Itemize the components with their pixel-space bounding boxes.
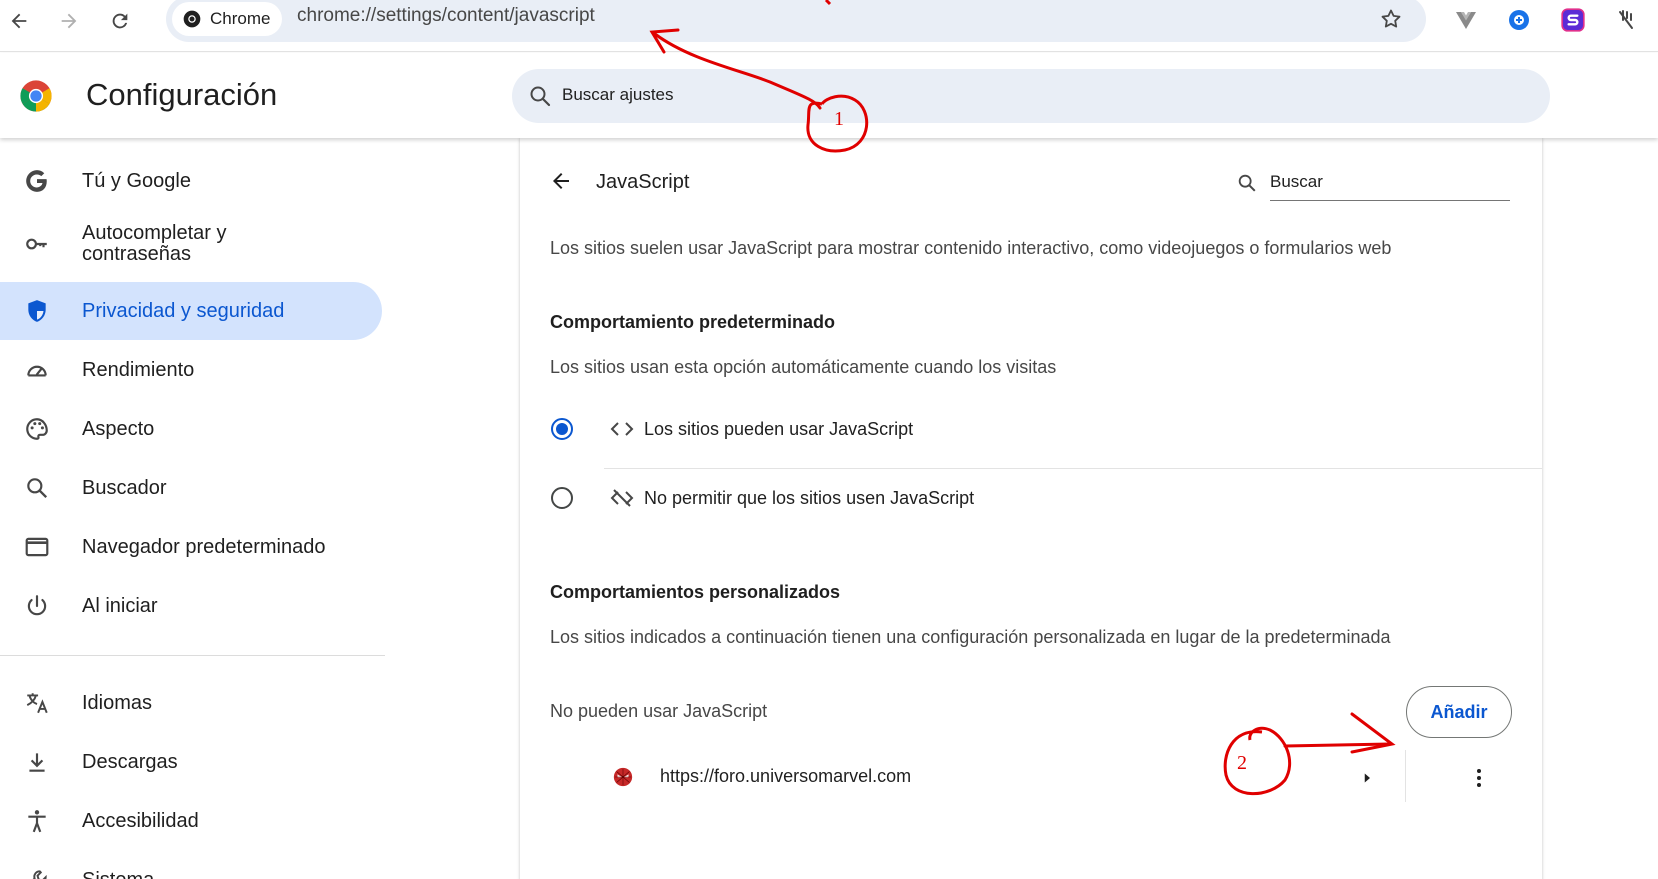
back-arrow-button[interactable] (546, 166, 576, 196)
sidebar-item-label: Autocompletar y contraseñas (82, 222, 227, 265)
sidebar-item-performance[interactable]: Rendimiento (0, 341, 382, 399)
sidebar-item-on-startup[interactable]: Al iniciar (0, 577, 382, 635)
translate-icon (22, 688, 52, 718)
sidebar-item-label: Accesibilidad (82, 809, 199, 832)
google-g-icon (22, 166, 52, 196)
s-badge-icon (1561, 8, 1585, 32)
arrow-left-icon (553, 173, 569, 189)
extension-vue[interactable] (1452, 6, 1480, 34)
settings-search-placeholder: Buscar ajustes (562, 85, 674, 104)
omnibox[interactable]: Chrome chrome://settings/content/javascr… (166, 0, 1426, 42)
plus-circle-icon (1509, 10, 1529, 30)
chrome-icon (183, 10, 201, 28)
page-search-placeholder: Buscar (1270, 172, 1323, 191)
extension-ghost[interactable] (1612, 6, 1640, 34)
speedometer-icon (22, 355, 52, 385)
option-separator (604, 468, 1542, 469)
code-off-icon (608, 484, 636, 512)
cursor-disabled-icon (1619, 10, 1633, 29)
browser-toolbar: Chrome chrome://settings/content/javascr… (0, 0, 1658, 52)
extension-purple-s[interactable] (1559, 6, 1587, 34)
custom-behavior-desc: Los sitios indicados a continuación tien… (550, 627, 1391, 647)
row-separator (1405, 750, 1406, 802)
wrench-icon (22, 865, 52, 879)
sidebar-item-label: Tú y Google (82, 169, 191, 192)
sidebar-item-label: Sistema (82, 869, 154, 879)
sidebar-item-appearance[interactable]: Aspecto (0, 400, 382, 458)
reload-icon (112, 13, 128, 29)
shield-icon (22, 296, 52, 326)
javascript-settings-card: JavaScript Buscar Los sitios suelen usar… (520, 138, 1542, 879)
extension-blue-plus[interactable] (1505, 6, 1533, 34)
sidebar-item-privacy[interactable]: Privacidad y seguridad (0, 282, 382, 340)
search-icon (1238, 174, 1256, 192)
search-icon (530, 86, 551, 107)
allow-radio[interactable] (551, 418, 573, 440)
site-details-button[interactable] (1355, 766, 1379, 790)
arrow-left-icon (11, 13, 27, 29)
settings-title: Configuración (86, 77, 278, 112)
sidebar-item-label: Rendimiento (82, 358, 195, 381)
browser-window-icon (22, 532, 52, 562)
power-icon (22, 591, 52, 621)
page-title: JavaScript (596, 171, 690, 193)
sidebar-item-languages[interactable]: Idiomas (0, 674, 382, 732)
more-actions-button[interactable] (1465, 763, 1493, 793)
custom-behavior-heading: Comportamientos personalizados (550, 582, 841, 602)
intro-text: Los sitios suelen usar JavaScript para m… (550, 238, 1392, 258)
blocked-sites-heading: No pueden usar JavaScript (550, 701, 768, 721)
code-icon (608, 415, 636, 443)
sidebar-item-autofill[interactable]: Autocompletar y contraseñas (0, 213, 382, 275)
sidebar-item-label: Descargas (82, 750, 178, 773)
chrome-logo-icon (20, 80, 52, 112)
sidebar-item-label: Buscador (82, 476, 167, 499)
settings-header: Configuración Buscar ajustes (0, 53, 1658, 138)
arrow-right-icon (61, 13, 77, 29)
sidebar-item-label: Aspecto (82, 417, 155, 440)
sidebar-item-accessibility[interactable]: Accesibilidad (0, 792, 382, 850)
url-text[interactable]: chrome://settings/content/javascript (297, 5, 595, 27)
chrome-window: Chrome chrome://settings/content/javascr… (0, 0, 1658, 879)
default-behavior-desc: Los sitios usan esta opción automáticame… (550, 357, 1057, 377)
annotation-number-2: 2 (1237, 752, 1247, 774)
block-option-label[interactable]: No permitir que los sitios usen JavaScri… (644, 488, 974, 509)
sidebar-item-downloads[interactable]: Descargas (0, 733, 382, 791)
vue-devtools-icon (1456, 12, 1476, 29)
site-favicon-icon (612, 766, 634, 788)
page-search-field[interactable]: Buscar (1236, 166, 1512, 201)
bookmark-star-button[interactable] (1376, 4, 1406, 34)
sidebar-item-default-browser[interactable]: Navegador predeterminado (0, 518, 382, 576)
triangle-right-icon (1364, 773, 1370, 783)
sidebar-item-search-engine[interactable]: Buscador (0, 459, 382, 517)
search-icon (22, 473, 52, 503)
back-button[interactable] (2, 4, 36, 38)
default-behavior-heading: Comportamiento predeterminado (550, 312, 836, 332)
blocked-site-url[interactable]: https://foro.universomarvel.com (660, 766, 911, 787)
block-radio[interactable] (551, 487, 573, 509)
sidebar-item-label: Navegador predeterminado (82, 535, 326, 558)
accessibility-icon (22, 806, 52, 836)
sidebar-item-label: Idiomas (82, 691, 153, 714)
sidebar-item-system[interactable]: Sistema (0, 851, 382, 879)
sidebar-item-label: Privacidad y seguridad (82, 299, 285, 322)
chip-label: Chrome (210, 9, 271, 28)
allow-option-label[interactable]: Los sitios pueden usar JavaScript (644, 419, 913, 440)
annotation-number-1: 1 (834, 108, 844, 130)
search-underline (1270, 200, 1510, 201)
sidebar-item-you-and-google[interactable]: Tú y Google (0, 152, 382, 210)
sidebar-item-label: Al iniciar (82, 594, 158, 617)
palette-icon (22, 414, 52, 444)
settings-search-field[interactable]: Buscar ajustes (512, 69, 1550, 123)
key-icon (22, 229, 52, 259)
star-icon (1381, 9, 1401, 28)
reload-button[interactable] (103, 4, 137, 38)
settings-sidebar: Tú y Google Autocompletar y contraseñas … (0, 140, 385, 879)
site-info-chip[interactable]: Chrome (172, 2, 283, 36)
add-site-button[interactable]: Añadir (1406, 686, 1512, 738)
more-vert-icon (1477, 769, 1481, 787)
forward-button[interactable] (52, 4, 86, 38)
sidebar-divider (0, 655, 385, 656)
download-icon (22, 747, 52, 777)
